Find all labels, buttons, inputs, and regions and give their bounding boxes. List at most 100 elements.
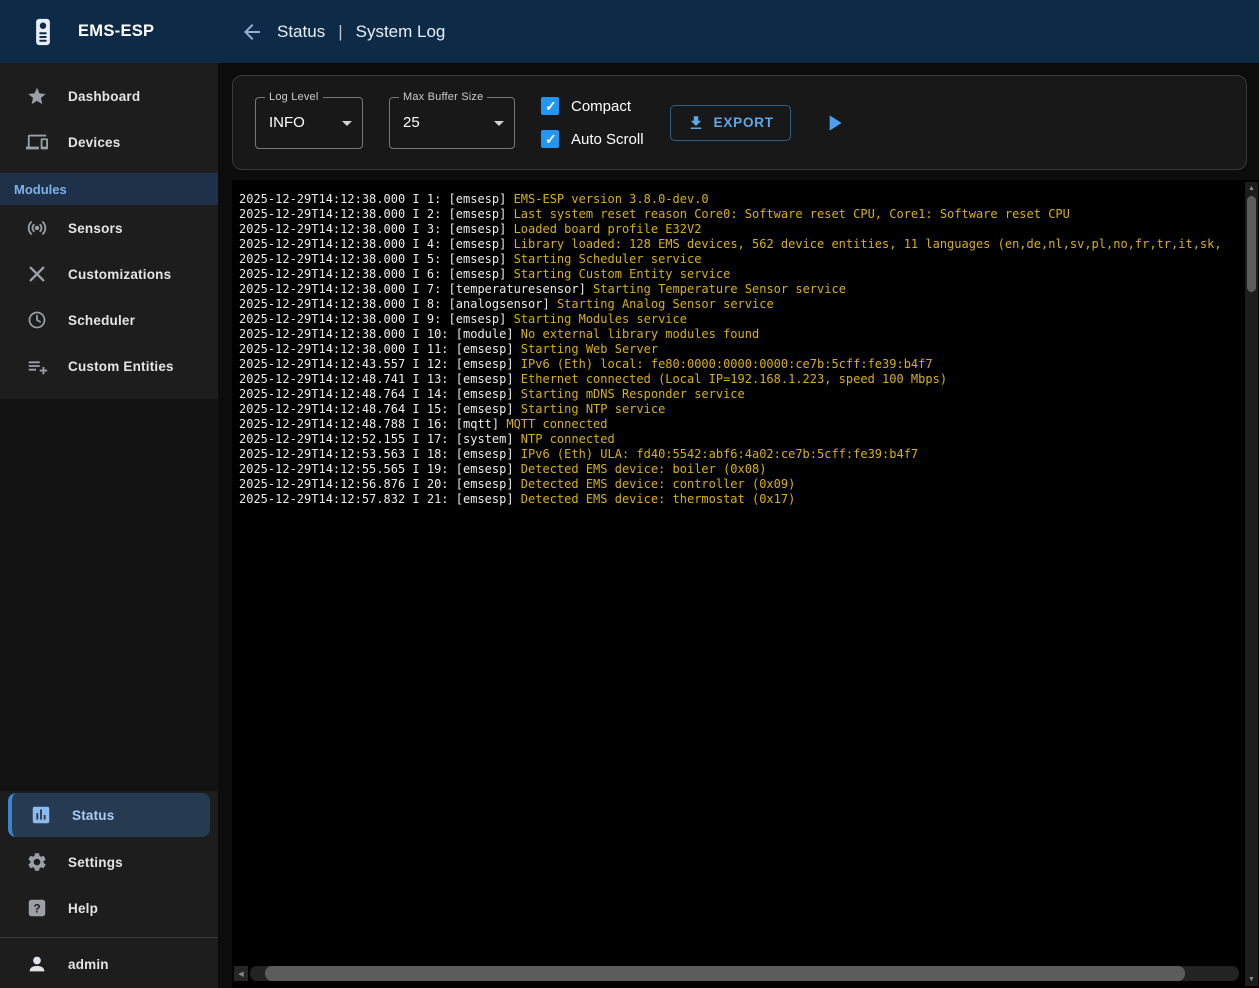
log-source-tag: [emsesp] xyxy=(456,477,514,491)
sidebar-item-customizations[interactable]: Customizations xyxy=(0,251,218,297)
app-header: EMS-ESP Status | System Log xyxy=(0,0,1259,63)
log-timestamp: 2025-12-29T14:12:55.565 xyxy=(239,462,405,476)
sidebar-item-dashboard[interactable]: Dashboard xyxy=(0,73,218,119)
log-line: 2025-12-29T14:12:38.000 I 9: [emsesp] St… xyxy=(239,312,1239,327)
log-toolbar: Log Level INFO Max Buffer Size 25 Compac… xyxy=(232,75,1247,170)
log-timestamp: 2025-12-29T14:12:38.000 xyxy=(239,252,405,266)
log-timestamp: 2025-12-29T14:12:38.000 xyxy=(239,222,405,236)
sidebar-item-scheduler[interactable]: Scheduler xyxy=(0,297,218,343)
log-timestamp: 2025-12-29T14:12:38.000 xyxy=(239,267,405,281)
log-level-id: I 19: xyxy=(412,462,448,476)
sidebar-item-custom-entities[interactable]: Custom Entities xyxy=(0,343,218,389)
log-line: 2025-12-29T14:12:38.000 I 3: [emsesp] Lo… xyxy=(239,222,1239,237)
max-buffer-size-select[interactable]: Max Buffer Size 25 xyxy=(389,97,515,149)
compact-checkbox[interactable] xyxy=(541,97,559,115)
log-timestamp: 2025-12-29T14:12:43.557 xyxy=(239,357,405,371)
construction-icon xyxy=(26,263,48,285)
log-line: 2025-12-29T14:12:48.788 I 16: [mqtt] MQT… xyxy=(239,417,1239,432)
breadcrumb-separator: | xyxy=(338,22,342,42)
export-label: EXPORT xyxy=(714,115,774,130)
log-timestamp: 2025-12-29T14:12:38.000 xyxy=(239,342,405,356)
log-level-select[interactable]: Log Level INFO xyxy=(255,97,363,149)
scroll-down-icon[interactable]: ▼ xyxy=(1248,975,1255,984)
log-timestamp: 2025-12-29T14:12:53.563 xyxy=(239,447,405,461)
gear-icon xyxy=(26,851,48,873)
back-arrow-icon[interactable] xyxy=(240,20,264,44)
sidebar-item-admin[interactable]: admin xyxy=(0,940,218,988)
horizontal-scroll-track[interactable] xyxy=(250,966,1239,981)
sidebar-item-devices[interactable]: Devices xyxy=(0,119,218,165)
sidebar-item-label: Settings xyxy=(68,855,123,870)
log-message: Detected EMS device: controller (0x09) xyxy=(521,477,796,491)
log-message: Starting Web Server xyxy=(521,342,658,356)
log-line: 2025-12-29T14:12:38.000 I 11: [emsesp] S… xyxy=(239,342,1239,357)
log-console[interactable]: 2025-12-29T14:12:38.000 I 1: [emsesp] EM… xyxy=(232,180,1259,988)
log-timestamp: 2025-12-29T14:12:48.764 xyxy=(239,402,405,416)
chevron-down-icon xyxy=(494,121,504,126)
sidebar-item-sensors[interactable]: Sensors xyxy=(0,205,218,251)
log-timestamp: 2025-12-29T14:12:48.741 xyxy=(239,372,405,386)
horizontal-scroll-thumb[interactable] xyxy=(265,966,1185,981)
svg-text:?: ? xyxy=(33,902,40,916)
log-lines: 2025-12-29T14:12:38.000 I 1: [emsesp] EM… xyxy=(239,192,1239,962)
log-message: Starting Analog Sensor service xyxy=(557,297,774,311)
log-message: Starting NTP service xyxy=(521,402,666,416)
compact-option[interactable]: Compact xyxy=(541,97,644,115)
export-button[interactable]: EXPORT xyxy=(670,105,791,141)
sidebar-item-settings[interactable]: Settings xyxy=(0,839,218,885)
log-line: 2025-12-29T14:12:38.000 I 2: [emsesp] La… xyxy=(239,207,1239,222)
help-icon: ? xyxy=(26,897,48,919)
sidebar-item-status[interactable]: Status xyxy=(8,793,210,837)
sidebar-item-help[interactable]: ? Help xyxy=(0,885,218,931)
scroll-left-icon[interactable]: ◀ xyxy=(234,966,248,981)
log-level-id: I 18: xyxy=(412,447,448,461)
log-message: MQTT connected xyxy=(506,417,607,431)
sidebar-section-modules: Modules xyxy=(0,173,218,205)
horizontal-scrollbar[interactable]: ◀ xyxy=(234,966,1239,981)
log-timestamp: 2025-12-29T14:12:48.764 xyxy=(239,387,405,401)
play-icon[interactable] xyxy=(821,110,847,136)
toolbar-checkboxes: Compact Auto Scroll xyxy=(541,97,644,148)
vertical-scroll-thumb[interactable] xyxy=(1247,196,1256,292)
sidebar-item-label: Dashboard xyxy=(68,89,140,104)
sidebar-modules-nav: SensorsCustomizationsSchedulerCustom Ent… xyxy=(0,205,218,389)
log-line: 2025-12-29T14:12:55.565 I 19: [emsesp] D… xyxy=(239,462,1239,477)
auto-scroll-checkbox[interactable] xyxy=(541,130,559,148)
log-line: 2025-12-29T14:12:38.000 I 7: [temperatur… xyxy=(239,282,1239,297)
log-line: 2025-12-29T14:12:38.000 I 1: [emsesp] EM… xyxy=(239,192,1239,207)
log-source-tag: [emsesp] xyxy=(456,387,514,401)
vertical-scrollbar[interactable]: ▲ ▼ xyxy=(1245,182,1258,986)
section-modules-label: Modules xyxy=(14,182,67,197)
log-timestamp: 2025-12-29T14:12:48.788 xyxy=(239,417,405,431)
auto-scroll-option[interactable]: Auto Scroll xyxy=(541,130,644,148)
app-title: EMS-ESP xyxy=(78,22,154,41)
log-message: Ethernet connected (Local IP=192.168.1.2… xyxy=(521,372,947,386)
devices-icon xyxy=(26,131,48,153)
log-source-tag: [emsesp] xyxy=(456,492,514,506)
log-message: Starting Scheduler service xyxy=(514,252,702,266)
scroll-up-icon[interactable]: ▲ xyxy=(1248,184,1255,193)
log-level-id: I 13: xyxy=(412,372,448,386)
log-source-tag: [emsesp] xyxy=(449,222,507,236)
log-message: Starting mDNS Responder service xyxy=(521,387,745,401)
log-level-id: I 11: xyxy=(412,342,448,356)
log-message: IPv6 (Eth) local: fe80:0000:0000:0000:ce… xyxy=(521,357,933,371)
sensors-icon xyxy=(26,217,48,239)
log-line: 2025-12-29T14:12:57.832 I 21: [emsesp] D… xyxy=(239,492,1239,507)
breadcrumb-secondary: System Log xyxy=(356,22,446,42)
log-level-id: I 7: xyxy=(412,282,441,296)
chevron-down-icon xyxy=(342,121,352,126)
admin-label: admin xyxy=(68,957,109,972)
log-level-id: I 14: xyxy=(412,387,448,401)
account-icon xyxy=(26,953,48,975)
log-message: Library loaded: 128 EMS devices, 562 dev… xyxy=(514,237,1222,251)
log-line: 2025-12-29T14:12:48.741 I 13: [emsesp] E… xyxy=(239,372,1239,387)
max-buffer-size-label: Max Buffer Size xyxy=(399,91,487,103)
log-line: 2025-12-29T14:12:38.000 I 4: [emsesp] Li… xyxy=(239,237,1239,252)
log-level-id: I 9: xyxy=(412,312,441,326)
log-timestamp: 2025-12-29T14:12:52.155 xyxy=(239,432,405,446)
log-level-id: I 8: xyxy=(412,297,441,311)
log-timestamp: 2025-12-29T14:12:38.000 xyxy=(239,282,405,296)
sidebar-item-label: Help xyxy=(68,901,98,916)
breadcrumb-primary[interactable]: Status xyxy=(277,22,325,42)
